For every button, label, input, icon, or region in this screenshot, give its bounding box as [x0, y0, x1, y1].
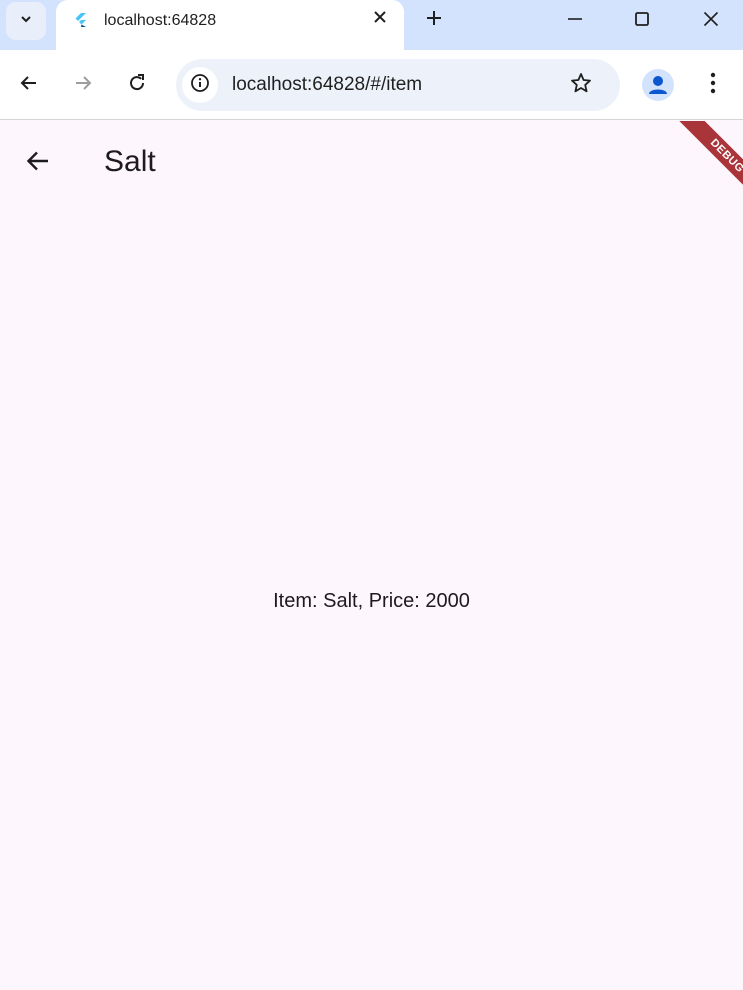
minimize-button[interactable]	[555, 6, 595, 36]
person-icon	[642, 76, 674, 101]
profile-button[interactable]	[642, 69, 674, 101]
tab-search-button[interactable]	[6, 2, 46, 40]
reload-icon	[127, 73, 147, 98]
close-window-button[interactable]	[691, 6, 731, 36]
close-tab-button[interactable]	[370, 9, 390, 29]
url-text[interactable]: localhost:64828/#/item	[232, 74, 422, 96]
flutter-icon	[72, 12, 88, 28]
back-button[interactable]	[12, 68, 46, 102]
address-bar[interactable]: localhost:64828/#/item	[176, 59, 620, 111]
minimize-icon	[567, 11, 583, 32]
kebab-icon	[710, 72, 716, 99]
info-icon	[190, 73, 210, 98]
star-icon	[570, 72, 592, 99]
browser-tab-strip: localhost:64828	[0, 0, 743, 50]
reload-button[interactable]	[120, 68, 154, 102]
browser-tab[interactable]: localhost:64828	[56, 0, 404, 50]
app-bar: Salt	[0, 121, 743, 205]
tab-title: localhost:64828	[104, 12, 217, 29]
chevron-down-icon	[19, 12, 33, 31]
item-details-text: Item: Salt, Price: 2000	[273, 590, 470, 612]
arrow-right-icon	[73, 73, 93, 98]
page-title: Salt	[104, 145, 156, 178]
maximize-button[interactable]	[622, 6, 662, 36]
close-icon	[373, 10, 387, 29]
debug-banner: DEBUG	[653, 121, 743, 211]
debug-banner-label: DEBUG	[678, 121, 743, 205]
close-icon	[703, 11, 719, 32]
browser-toolbar: localhost:64828/#/item	[0, 50, 743, 120]
new-tab-button[interactable]	[420, 6, 448, 34]
app-back-button[interactable]	[20, 145, 56, 181]
arrow-left-icon	[25, 148, 51, 179]
plus-icon	[425, 9, 443, 32]
browser-menu-button[interactable]	[696, 68, 730, 102]
site-info-button[interactable]	[182, 67, 218, 103]
arrow-left-icon	[19, 73, 39, 98]
maximize-icon	[634, 11, 650, 32]
bookmark-button[interactable]	[566, 70, 596, 100]
forward-button[interactable]	[66, 68, 100, 102]
